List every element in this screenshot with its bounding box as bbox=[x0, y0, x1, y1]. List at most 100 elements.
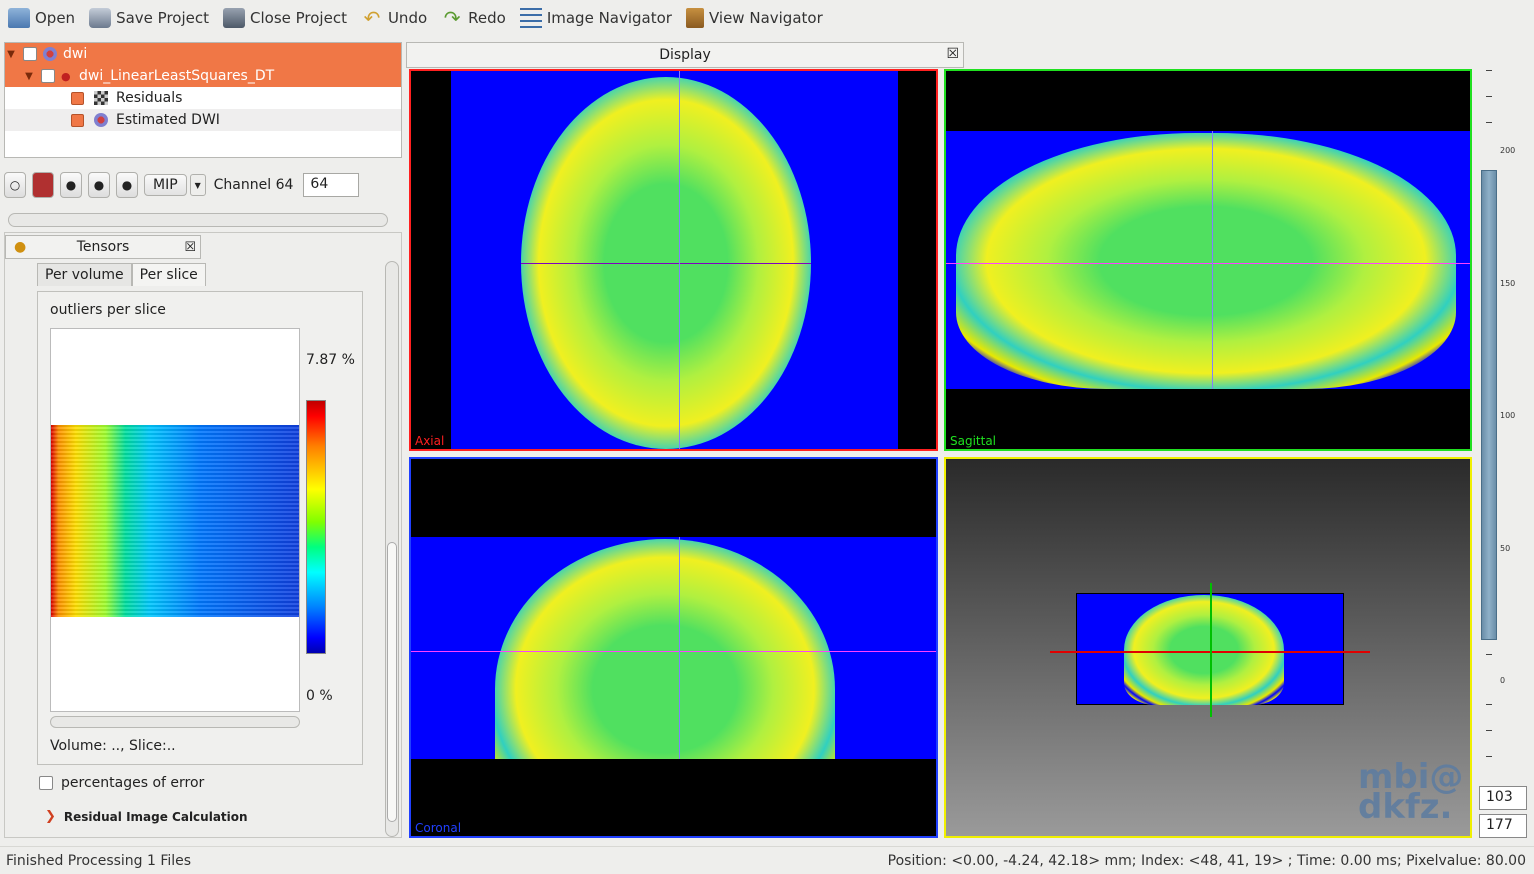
image-navigator-button[interactable]: Image Navigator bbox=[519, 3, 672, 33]
ruler-tick bbox=[1486, 96, 1492, 97]
volume-slice-readout: Volume: .., Slice:.. bbox=[50, 738, 176, 754]
main-toolbar: Open Save Project Close Project ↶ Undo ↷… bbox=[0, 0, 1534, 36]
expand-arrow-icon[interactable]: ▼ bbox=[5, 49, 17, 60]
plot-title: outliers per slice bbox=[50, 302, 166, 318]
tree-item-estimated-dwi[interactable]: Estimated DWI bbox=[5, 109, 401, 131]
tab-per-slice[interactable]: Per slice bbox=[131, 263, 206, 286]
colorbar-min-label: 0 % bbox=[306, 688, 333, 704]
status-bar: Finished Processing 1 Files Position: <0… bbox=[0, 846, 1534, 874]
channel-spinbox[interactable]: 64 bbox=[303, 173, 360, 197]
ruler-label: 50 bbox=[1500, 544, 1511, 553]
sliders-icon bbox=[519, 8, 542, 28]
visibility-checkbox[interactable] bbox=[71, 113, 84, 127]
ruler-label: 0 bbox=[1500, 676, 1506, 685]
tree-item-residuals[interactable]: Residuals bbox=[5, 87, 401, 109]
close-project-label: Close Project bbox=[250, 9, 347, 27]
ruler-label: 150 bbox=[1500, 279, 1516, 288]
display-title: Display bbox=[659, 47, 711, 63]
coronal-view[interactable]: Coronal bbox=[409, 457, 938, 838]
residual-calc-label: Residual Image Calculation bbox=[63, 809, 248, 824]
tensor-tabs: Per volume Per slice bbox=[37, 263, 206, 286]
level-window-bar[interactable] bbox=[1481, 170, 1497, 640]
level-window-ruler: 200 150 100 50 0 bbox=[1478, 64, 1530, 784]
level-field[interactable]: 103 bbox=[1479, 786, 1527, 810]
ruler-tick bbox=[1486, 70, 1492, 71]
ruler-label: 200 bbox=[1500, 146, 1516, 155]
status-position: Position: <0.00, -4.24, 42.18> mm; Index… bbox=[887, 852, 1526, 869]
crosshair-horizontal bbox=[411, 651, 936, 652]
mbi-dkfz-logo: mbi@ dkfz. bbox=[1358, 760, 1463, 824]
save-icon bbox=[89, 8, 112, 28]
close-project-icon bbox=[223, 8, 245, 28]
scrollbar-thumb[interactable] bbox=[387, 542, 397, 822]
app-window: { "toolbar": { "open": "Open", "save_pro… bbox=[0, 0, 1534, 874]
view-navigator-button[interactable]: View Navigator bbox=[685, 3, 823, 33]
tool-3-icon[interactable]: ● bbox=[116, 172, 138, 198]
coronal-mask bbox=[411, 759, 936, 836]
ruler-label: 100 bbox=[1500, 411, 1516, 420]
per-slice-pane: outliers per slice 7.87 % 0 % Volume: ..… bbox=[37, 291, 363, 765]
view-label-axial: Axial bbox=[415, 434, 445, 448]
crosshair-vertical bbox=[1210, 583, 1212, 717]
expand-arrow-icon[interactable]: ▼ bbox=[23, 71, 35, 82]
tensors-panel-title-bar: ● Tensors ☒ bbox=[5, 235, 201, 259]
visibility-checkbox[interactable] bbox=[71, 91, 84, 105]
colormap-icon[interactable] bbox=[32, 172, 54, 198]
tree-item-dwi[interactable]: ▼ dwi bbox=[5, 43, 401, 65]
crosshair-horizontal bbox=[946, 263, 1470, 264]
sagittal-brain-image bbox=[956, 133, 1456, 389]
3d-brain-image bbox=[1124, 595, 1284, 705]
redo-icon: ↷ bbox=[443, 6, 461, 30]
book-icon bbox=[685, 8, 704, 28]
redo-button[interactable]: ↷ Redo bbox=[441, 3, 506, 33]
tree-item-dt[interactable]: ▼ ● dwi_LinearLeastSquares_DT bbox=[5, 65, 401, 87]
percentages-option[interactable]: percentages of error bbox=[39, 775, 204, 791]
residual-calc-section[interactable]: ❯ Residual Image Calculation bbox=[45, 809, 248, 824]
tree-item-label: dwi bbox=[63, 46, 88, 62]
ruler-tick bbox=[1486, 654, 1492, 655]
close-icon[interactable]: ☒ bbox=[184, 240, 196, 255]
properties-scrollbar[interactable] bbox=[8, 213, 388, 227]
view-label-coronal: Coronal bbox=[415, 821, 462, 835]
view-label-sagittal: Sagittal bbox=[950, 434, 997, 448]
save-project-button[interactable]: Save Project bbox=[89, 3, 209, 33]
reset-icon[interactable]: ○ bbox=[4, 172, 26, 198]
tensors-scrollbar[interactable] bbox=[385, 261, 399, 837]
tensor-node-icon: ● bbox=[61, 69, 71, 83]
chevron-down-icon[interactable]: ▼ bbox=[189, 174, 206, 196]
close-icon[interactable]: ☒ bbox=[946, 46, 959, 62]
visibility-checkbox[interactable] bbox=[41, 69, 55, 83]
crosshair-vertical bbox=[679, 537, 680, 759]
display-tab[interactable]: Display ☒ bbox=[406, 42, 964, 68]
colorbar-max-label: 7.87 % bbox=[306, 352, 355, 368]
visibility-checkbox[interactable] bbox=[23, 47, 37, 61]
axial-view[interactable]: Axial bbox=[409, 69, 938, 451]
tool-2-icon[interactable]: ● bbox=[88, 172, 110, 198]
undo-button[interactable]: ↶ Undo bbox=[361, 3, 428, 33]
open-button[interactable]: Open bbox=[8, 3, 75, 33]
ruler-tick bbox=[1486, 704, 1492, 705]
undo-icon: ↶ bbox=[363, 6, 381, 30]
crosshair-vertical bbox=[679, 71, 680, 449]
heatmap-scrollbar[interactable] bbox=[50, 716, 300, 728]
tensors-panel-title: Tensors bbox=[76, 239, 130, 255]
close-project-button[interactable]: Close Project bbox=[223, 3, 347, 33]
tool-1-icon[interactable]: ● bbox=[60, 172, 82, 198]
image-properties-bar: ○ ● ● ● MIP ▼ Channel 64 64 bbox=[4, 163, 402, 207]
projection-mode-button[interactable]: MIP bbox=[144, 174, 187, 196]
checkerboard-icon bbox=[94, 91, 108, 105]
percentages-checkbox[interactable] bbox=[39, 776, 53, 790]
tensors-panel: ● Tensors ☒ Per volume Per slice outlier… bbox=[4, 232, 402, 838]
outliers-heatmap[interactable] bbox=[50, 328, 300, 712]
crosshair-vertical bbox=[1212, 131, 1213, 389]
chevron-right-icon: ❯ bbox=[45, 809, 56, 824]
sagittal-view[interactable]: Sagittal bbox=[944, 69, 1472, 451]
tree-item-label: Residuals bbox=[116, 90, 183, 106]
ruler-tick bbox=[1486, 730, 1492, 731]
view-navigator-label: View Navigator bbox=[708, 9, 823, 27]
image-navigator-label: Image Navigator bbox=[546, 9, 672, 27]
tree-item-label: Estimated DWI bbox=[116, 112, 220, 128]
percentages-label: percentages of error bbox=[61, 775, 205, 791]
window-field[interactable]: 177 bbox=[1479, 814, 1527, 838]
tab-per-volume[interactable]: Per volume bbox=[37, 263, 132, 286]
